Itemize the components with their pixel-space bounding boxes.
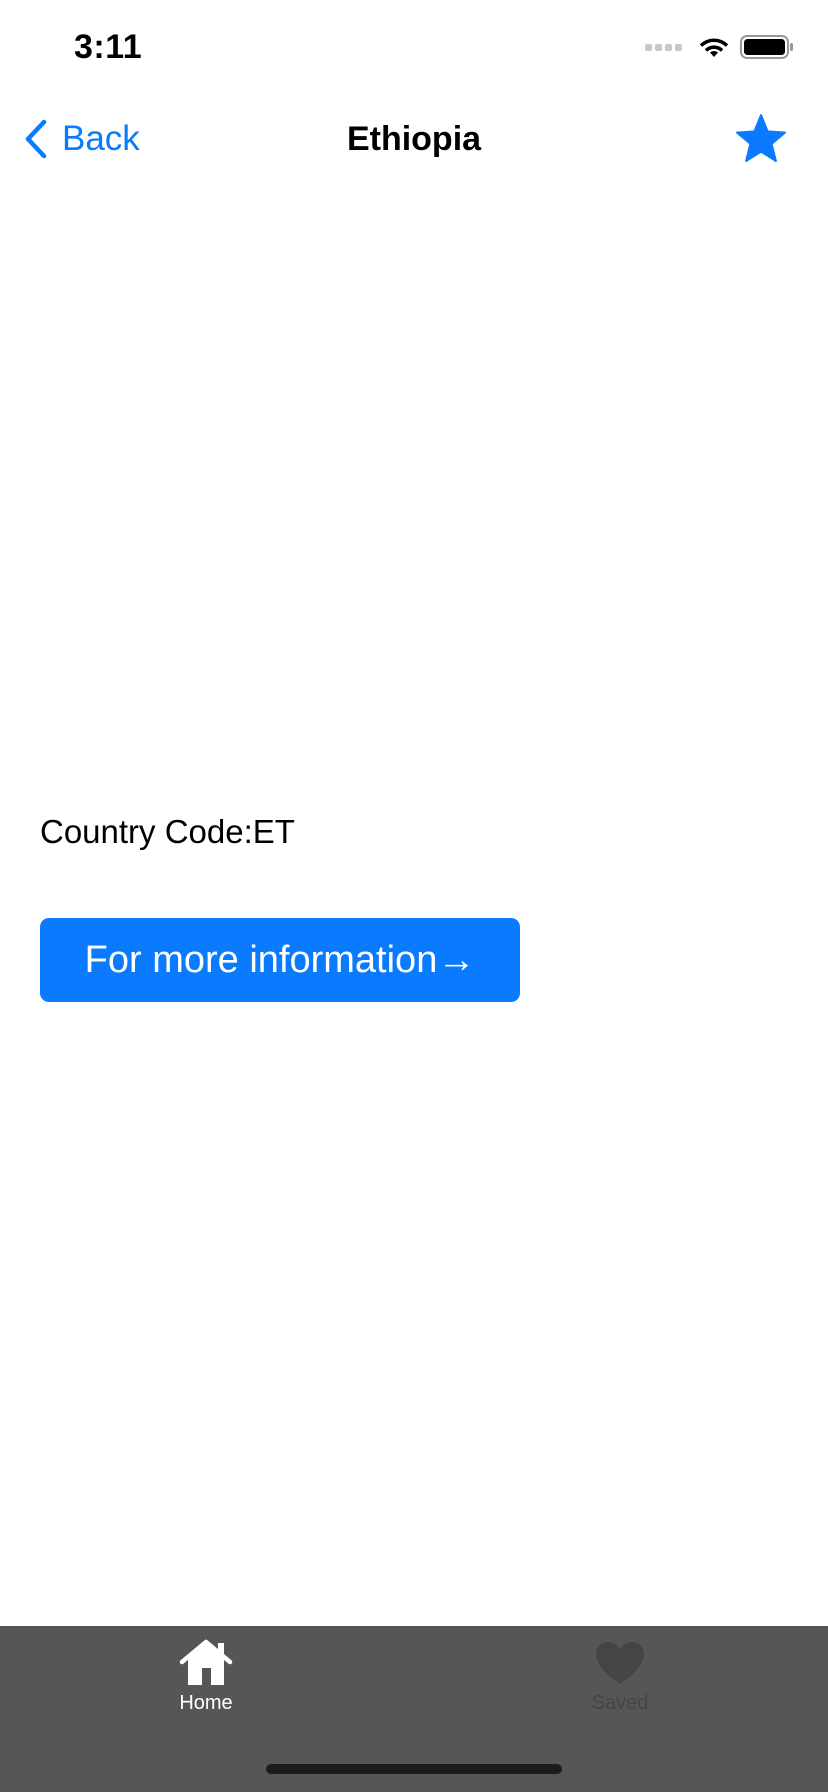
tab-saved[interactable]: Saved <box>540 1638 700 1738</box>
star-icon <box>736 114 786 162</box>
wifi-icon <box>699 38 729 57</box>
page-title: Ethiopia <box>346 120 482 158</box>
status-bar: 3:11 <box>0 0 828 96</box>
cellular-signal-icon <box>645 43 682 51</box>
house-icon <box>179 1639 233 1685</box>
tab-saved-label: Saved <box>591 1692 649 1714</box>
heart-icon <box>596 1642 644 1684</box>
tab-home-label: Home <box>179 1692 233 1714</box>
navigation-bar: Back Ethiopia <box>0 96 828 184</box>
home-indicator <box>266 1764 562 1774</box>
status-time: 3:11 <box>74 28 143 66</box>
status-icons <box>645 34 794 60</box>
tab-home[interactable]: Home <box>126 1638 286 1738</box>
battery-icon <box>740 35 793 59</box>
favorite-button[interactable] <box>734 112 788 166</box>
more-info-button[interactable]: For more information→ <box>40 918 520 1002</box>
country-code-text: Country Code:ET <box>40 813 295 850</box>
